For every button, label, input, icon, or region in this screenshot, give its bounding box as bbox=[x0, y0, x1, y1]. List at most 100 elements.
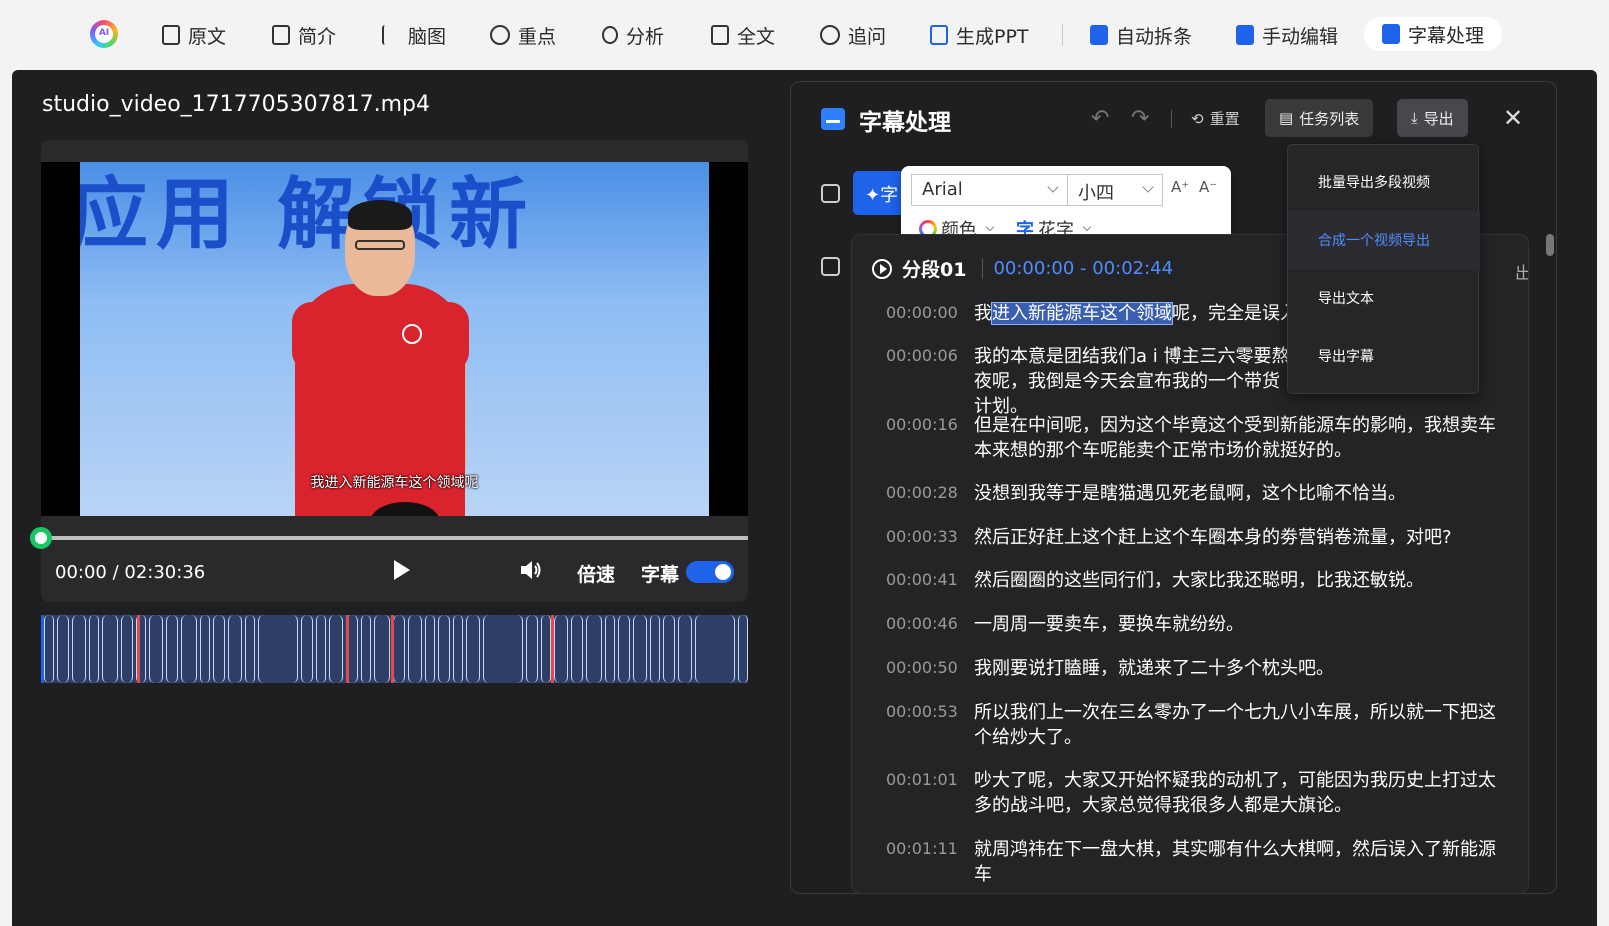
task-list-button[interactable]: ▤ 任务列表 bbox=[1265, 99, 1374, 137]
nav-item-subtitle[interactable]: 字幕处理 bbox=[1364, 17, 1503, 51]
subtitle-line[interactable]: 00:00:16 但是在中间呢，因为这个毕竟这个受到新能源车的影响，我想卖车本来… bbox=[886, 413, 1496, 463]
timeline-segment[interactable] bbox=[633, 615, 647, 683]
timeline-segment[interactable] bbox=[738, 615, 748, 683]
timeline-segment[interactable] bbox=[586, 615, 602, 683]
timeline-segment[interactable] bbox=[258, 615, 298, 683]
timeline-segment[interactable] bbox=[57, 615, 69, 683]
timeline-segment[interactable] bbox=[453, 615, 463, 683]
nav-item-keypoints[interactable]: 重点 bbox=[490, 20, 556, 50]
subtitle-line[interactable]: 00:01:11 就周鸿祎在下一盘大棋，其实哪有什么大棋啊，然后误入了新能源车 bbox=[886, 837, 1496, 887]
export-batch-videos[interactable]: 批量导出多段视频 bbox=[1288, 153, 1480, 211]
subtitle-line[interactable]: 00:00:28 没想到我等于是瞎猫遇见死老鼠啊，这个比喻不恰当。 bbox=[886, 481, 1496, 506]
timeline-segment[interactable] bbox=[393, 615, 405, 683]
timeline-segment[interactable] bbox=[200, 615, 210, 683]
nav-item-followup[interactable]: 追问 bbox=[820, 20, 886, 50]
timeline-segment[interactable] bbox=[571, 615, 583, 683]
reset-button[interactable]: ⟲ 重置 bbox=[1191, 108, 1240, 129]
timeline-segment[interactable] bbox=[618, 615, 630, 683]
timeline-segment[interactable] bbox=[316, 615, 326, 683]
timeline-segment[interactable] bbox=[425, 615, 435, 683]
subtitle-icon bbox=[821, 108, 845, 130]
timeline-segment[interactable] bbox=[102, 615, 118, 683]
timeline-segment[interactable] bbox=[301, 615, 313, 683]
video-viewport[interactable]: 应用 解锁新 我进入新能源车这个领域呢 bbox=[41, 162, 748, 516]
timeline-segment[interactable] bbox=[526, 615, 538, 683]
chevron-down-icon bbox=[1142, 181, 1154, 193]
volume-icon[interactable] bbox=[518, 557, 544, 583]
progress-knob[interactable] bbox=[30, 527, 52, 549]
timeline-segment[interactable] bbox=[228, 615, 242, 683]
timeline-segment[interactable] bbox=[329, 615, 343, 683]
timeline-segment[interactable] bbox=[650, 615, 660, 683]
timeline-segment[interactable] bbox=[213, 615, 225, 683]
nav-item-summary[interactable]: 简介 bbox=[272, 20, 336, 50]
play-icon[interactable] bbox=[394, 560, 410, 580]
timeline-segment[interactable] bbox=[554, 615, 568, 683]
export-text[interactable]: 导出文本 bbox=[1288, 269, 1480, 327]
nav-item-original[interactable]: 原文 bbox=[162, 20, 226, 50]
subtitle-line[interactable]: 00:00:50 我刚要说打瞌睡，就递来了二十多个枕头吧。 bbox=[886, 656, 1496, 681]
timeline-segment[interactable] bbox=[541, 615, 551, 683]
playback-progress-bar[interactable] bbox=[30, 527, 748, 549]
timeline-segment[interactable] bbox=[678, 615, 692, 683]
nav-item-manual-edit[interactable]: 手动编辑 bbox=[1236, 20, 1338, 50]
undo-icon[interactable]: ↶ bbox=[1091, 106, 1109, 131]
timeline-segment[interactable] bbox=[466, 615, 480, 683]
subtitle-line[interactable]: 00:00:46 一周周一要卖车，要换车就纷纷。 bbox=[886, 612, 1496, 637]
redo-icon[interactable]: ↷ bbox=[1131, 106, 1149, 131]
timeline-segment[interactable] bbox=[605, 615, 615, 683]
font-increase-icon[interactable]: A⁺ bbox=[1171, 178, 1189, 196]
scrollbar-thumb[interactable] bbox=[1546, 234, 1554, 256]
timeline-segment[interactable] bbox=[149, 615, 163, 683]
panel-title: 字幕处理 bbox=[859, 110, 951, 136]
document-icon bbox=[162, 25, 180, 45]
waveform-timeline[interactable] bbox=[41, 615, 748, 683]
timeline-segment[interactable] bbox=[663, 615, 675, 683]
close-icon[interactable]: ✕ bbox=[1503, 104, 1523, 132]
timeline-segment[interactable] bbox=[245, 615, 255, 683]
export-button[interactable]: ⤓ 导出 bbox=[1397, 99, 1468, 137]
select-all-checkbox[interactable] bbox=[821, 184, 840, 203]
video-person-sleeve bbox=[427, 302, 469, 372]
chevron-down-icon bbox=[985, 222, 995, 232]
timeline-segment[interactable] bbox=[438, 615, 450, 683]
timeline-segment[interactable] bbox=[695, 615, 735, 683]
nav-item-analysis[interactable]: 分析 bbox=[602, 20, 664, 50]
timeline-segment[interactable] bbox=[361, 615, 371, 683]
segment-checkbox[interactable] bbox=[821, 257, 840, 276]
nav-item-auto-split[interactable]: 自动拆条 bbox=[1090, 20, 1192, 50]
timeline-segment[interactable] bbox=[374, 615, 390, 683]
segment-export-link[interactable]: 出 bbox=[1515, 259, 1528, 284]
app-logo[interactable]: AI bbox=[90, 20, 118, 48]
subtitle-line[interactable]: 00:00:33 然后正好赶上这个赶上这个车圈本身的劵营销卷流量，对吧? bbox=[886, 525, 1496, 550]
play-circle-icon[interactable] bbox=[872, 258, 892, 279]
video-caption: 我进入新能源车这个领域呢 bbox=[310, 475, 479, 491]
export-merged-video[interactable]: 合成一个视频导出 bbox=[1288, 211, 1480, 269]
timeline-segment[interactable] bbox=[121, 615, 133, 683]
timeline-segment[interactable] bbox=[166, 615, 178, 683]
nav-item-mindmap[interactable]: 脑图 bbox=[382, 20, 446, 50]
speed-button[interactable]: 倍速 bbox=[577, 560, 615, 587]
font-decrease-icon[interactable]: A⁻ bbox=[1199, 178, 1217, 196]
subtitle-line[interactable]: 00:00:41 然后圈圈的这些同行们，大家比我还聪明，比我还敏锐。 bbox=[886, 568, 1496, 593]
timeline-segment[interactable] bbox=[89, 615, 99, 683]
timeline-segment[interactable] bbox=[181, 615, 197, 683]
video-banner-text: 应用 解锁新 bbox=[80, 170, 536, 260]
export-subtitles[interactable]: 导出字幕 bbox=[1288, 327, 1480, 385]
subtitle-line[interactable]: 00:00:53 所以我们上一次在三幺零办了一个七九八小车展，所以就一下把这个给… bbox=[886, 700, 1496, 750]
font-size-select[interactable]: 小四 bbox=[1067, 174, 1163, 206]
nav-divider bbox=[1062, 24, 1063, 46]
subtitle-toggle[interactable] bbox=[686, 561, 734, 583]
nav-item-fulltext[interactable]: 全文 bbox=[711, 20, 775, 50]
subtitle-icon bbox=[1382, 24, 1400, 44]
nav-item-generate-ppt[interactable]: 生成PPT bbox=[930, 20, 1029, 50]
timeline-marker bbox=[346, 615, 349, 683]
timeline-segment[interactable] bbox=[483, 615, 523, 683]
timeline-segment[interactable] bbox=[44, 615, 54, 683]
subtitle-line[interactable]: 00:01:01 吵大了呢，大家又开始怀疑我的动机了，可能因为我历史上打过太多的… bbox=[886, 768, 1496, 818]
chat-icon bbox=[820, 25, 840, 45]
timeline-segment[interactable] bbox=[408, 615, 422, 683]
font-family-select[interactable]: Arial bbox=[911, 174, 1068, 206]
selected-text[interactable]: 进入新能源车这个领域 bbox=[991, 302, 1173, 325]
timeline-segment[interactable] bbox=[72, 615, 86, 683]
